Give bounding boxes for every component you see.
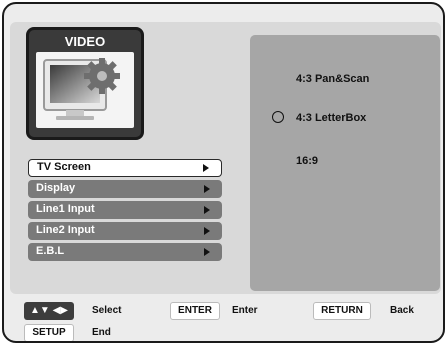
menu-item-line2-input[interactable]: Line2 Input: [28, 222, 222, 240]
setup-key: SETUP: [24, 324, 74, 341]
menu-item-label: Line2 Input: [36, 224, 95, 236]
back-hint: Back: [390, 305, 414, 316]
arrow-right-icon: [204, 185, 210, 193]
video-title: VIDEO: [64, 34, 106, 49]
video-category-box: VIDEO: [26, 27, 144, 140]
menu-item-display[interactable]: Display: [28, 180, 222, 198]
option-16-9[interactable]: 16:9: [296, 155, 318, 167]
osd-frame: VIDEO TV Screen Display Line1 Input Line…: [2, 2, 445, 343]
tv-monitor-gear-icon: [36, 52, 134, 128]
arrow-right-icon: [204, 206, 210, 214]
arrow-right-icon: [203, 164, 209, 172]
radio-selected-icon: [272, 111, 284, 123]
nav-arrows-key: ▲▼ ◀▶: [24, 302, 74, 320]
end-hint: End: [92, 327, 111, 338]
enter-hint: Enter: [232, 305, 258, 316]
menu-item-label: TV Screen: [37, 161, 91, 173]
menu-item-tv-screen[interactable]: TV Screen: [28, 159, 222, 177]
menu-item-line1-input[interactable]: Line1 Input: [28, 201, 222, 219]
arrow-right-icon: [204, 248, 210, 256]
select-hint: Select: [92, 305, 122, 316]
menu-item-ebl[interactable]: E.B.L: [28, 243, 222, 261]
options-panel: 4:3 Pan&Scan 4:3 LetterBox 16:9: [250, 35, 440, 291]
option-pan-scan[interactable]: 4:3 Pan&Scan: [296, 73, 369, 85]
return-key: RETURN: [313, 302, 371, 320]
enter-key: ENTER: [170, 302, 220, 320]
menu-item-label: E.B.L: [36, 245, 65, 257]
option-letterbox[interactable]: 4:3 LetterBox: [296, 112, 366, 124]
menu-item-label: Display: [36, 182, 76, 194]
menu-item-label: Line1 Input: [36, 203, 95, 215]
arrow-right-icon: [204, 227, 210, 235]
